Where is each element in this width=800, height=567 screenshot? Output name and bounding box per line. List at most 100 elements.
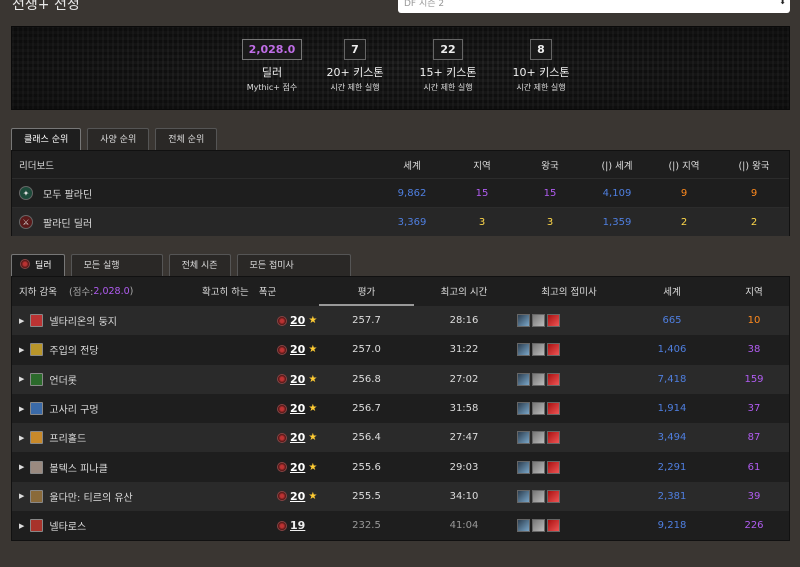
affix-icon[interactable]: [517, 519, 530, 533]
header-score-suffix: ): [129, 285, 134, 297]
affix-icon[interactable]: [532, 519, 545, 533]
dungeon-row[interactable]: ▶ 프리홀드 20 ★ 256.4 27:47 3,494 87: [12, 423, 789, 453]
tab-overall-rank[interactable]: 전체 순위: [155, 128, 218, 150]
mythic-score-value: 2,028.0: [241, 39, 303, 60]
keystone-icon: [277, 344, 287, 355]
dungeon-region-rank: 39: [747, 490, 761, 502]
dungeon-rating: 255.6: [352, 461, 381, 473]
header-world[interactable]: 세계: [642, 277, 702, 305]
affix-icon[interactable]: [517, 431, 530, 445]
dungeon-row[interactable]: ▶ 넬타로스 19 232.5 41:04 9,218 226: [12, 511, 789, 540]
affix-icon[interactable]: [547, 402, 560, 416]
affix-icon[interactable]: [517, 402, 530, 416]
keystone-icon: [277, 462, 287, 473]
dungeon-world-rank: 1,406: [657, 344, 687, 356]
dungeon-best-time: 27:47: [449, 432, 479, 444]
expand-caret-icon[interactable]: ▶: [19, 522, 24, 530]
tab-spec-rank[interactable]: 사양 순위: [87, 128, 150, 150]
keystone-level-link[interactable]: 20: [290, 402, 305, 415]
affix-icon[interactable]: [532, 431, 545, 445]
tab-all-season[interactable]: 전체 시즌: [168, 254, 231, 276]
season-select[interactable]: DF 시즌 2 ⬍: [398, 0, 790, 13]
header-region[interactable]: 지역: [724, 277, 784, 305]
expand-caret-icon[interactable]: ▶: [19, 463, 24, 471]
row-realm: 15: [543, 187, 557, 199]
keystone-icon: [277, 520, 287, 531]
affix-icon[interactable]: [517, 372, 530, 386]
affix-icon[interactable]: [517, 343, 530, 357]
leaderboard-row[interactable]: ⚔ 팔라딘 딜러 3,369 3 3 1,359 2 2: [12, 207, 789, 236]
affix-icon[interactable]: [532, 372, 545, 386]
affix-icon[interactable]: [532, 402, 545, 416]
leaderboard-table: 리더보드 세계 지역 왕국 (|) 세계 (|) 지역 (|) 왕국 ✦ 모두 …: [11, 150, 790, 236]
affix-icon[interactable]: [517, 489, 530, 503]
dungeon-row[interactable]: ▶ 고사리 구멍 20 ★ 256.7 31:58 1,914 37: [12, 394, 789, 423]
dungeon-world-rank: 7,418: [657, 373, 687, 385]
keystone-level-link[interactable]: 20: [290, 373, 305, 386]
dungeon-row[interactable]: ▶ 언더롯 20 ★ 256.8 27:02 7,418 159: [12, 364, 789, 394]
dungeon-world-rank: 9,218: [657, 520, 687, 532]
dungeon-region-rank: 10: [747, 315, 761, 327]
affix-icon[interactable]: [532, 460, 545, 474]
dungeon-row[interactable]: ▶ 넬타리온의 둥지 20 ★ 257.7 28:16 665 10: [12, 306, 789, 336]
expand-caret-icon[interactable]: ▶: [19, 434, 24, 442]
tab-role-dps[interactable]: 딜러: [11, 254, 65, 276]
expand-caret-icon[interactable]: ▶: [19, 492, 24, 500]
dungeon-icon: [30, 519, 44, 533]
dungeon-row[interactable]: ▶ 볼텍스 피나클 20 ★ 255.6 29:03 2,291 61: [12, 453, 789, 482]
affix-icon[interactable]: [547, 489, 560, 503]
expand-caret-icon[interactable]: ▶: [19, 405, 24, 413]
keystone-20-sub: 시간 제한 실행: [330, 83, 380, 92]
keystone-20-value: 7: [344, 39, 366, 60]
affix-icon[interactable]: [547, 343, 560, 357]
tab-class-rank[interactable]: 클래스 순위: [11, 128, 82, 150]
dungeon-world-rank: 3,494: [657, 432, 687, 444]
dungeon-icon: [30, 460, 44, 474]
dungeon-row[interactable]: ▶ 주입의 전당 20 ★ 257.0 31:22 1,406 38: [12, 335, 789, 364]
keystone-level-link[interactable]: 20: [290, 490, 305, 503]
expand-caret-icon[interactable]: ▶: [19, 346, 24, 354]
affix-icon[interactable]: [547, 314, 560, 328]
keystone-level-link[interactable]: 20: [290, 314, 305, 327]
keystone-level-link[interactable]: 20: [290, 431, 305, 444]
affix-group: [517, 365, 562, 394]
affix-icon[interactable]: [517, 314, 530, 328]
score-panel: 2,028.0 딜러 Mythic+ 점수 7 20+ 키스톤 시간 제한 실행…: [11, 26, 790, 110]
affix-icon[interactable]: [532, 343, 545, 357]
keystone-level-link[interactable]: 19: [290, 519, 305, 532]
affix-icon[interactable]: [517, 460, 530, 474]
keystone-10-value: 8: [530, 39, 552, 60]
header-best-time[interactable]: 최고의 시간: [424, 277, 504, 305]
row-world: 9,862: [397, 187, 427, 199]
tab-all-runs[interactable]: 모든 실행: [70, 254, 163, 276]
affix-icon[interactable]: [547, 519, 560, 533]
expand-caret-icon[interactable]: ▶: [19, 317, 24, 325]
row-faction-realm: 9: [750, 187, 758, 199]
dungeon-name: 울다만: 티르의 유산: [49, 492, 133, 504]
header-tyrannical[interactable]: 폭군: [259, 284, 276, 298]
header-rating[interactable]: 평가: [319, 277, 414, 305]
header-best-affix[interactable]: 최고의 접미사: [524, 277, 614, 305]
keystone-15-value: 22: [433, 39, 463, 60]
dungeon-world-rank: 1,914: [657, 403, 687, 415]
dungeon-best-time: 41:04: [449, 520, 479, 532]
row-name: 팔라딘 딜러: [43, 218, 93, 230]
affix-icon[interactable]: [532, 314, 545, 328]
expand-caret-icon[interactable]: ▶: [19, 375, 24, 383]
header-region: 지역: [473, 160, 491, 172]
dungeon-row[interactable]: ▶ 울다만: 티르의 유산 20 ★ 255.5 34:10 2,381 39: [12, 481, 789, 512]
keystone-15-sub: 시간 제한 실행: [423, 83, 473, 92]
keystone-level-link[interactable]: 20: [290, 343, 305, 356]
affix-icon[interactable]: [547, 372, 560, 386]
leaderboard-row[interactable]: ✦ 모두 팔라딘 9,862 15 15 4,109 9 9: [12, 178, 789, 207]
header-realm: 왕국: [541, 160, 559, 172]
affix-icon[interactable]: [547, 431, 560, 445]
keystone-10-stat: 8 10+ 키스톤 시간 제한 실행: [491, 39, 591, 93]
keystone-level-link[interactable]: 20: [290, 461, 305, 474]
dungeon-best-time: 28:16: [449, 315, 479, 327]
affix-icon[interactable]: [547, 460, 560, 474]
affix-icon[interactable]: [532, 489, 545, 503]
header-score-value: 2,028.0: [93, 285, 130, 297]
tab-all-affixes[interactable]: 모든 접미사: [236, 254, 351, 276]
affix-group: [517, 335, 562, 364]
